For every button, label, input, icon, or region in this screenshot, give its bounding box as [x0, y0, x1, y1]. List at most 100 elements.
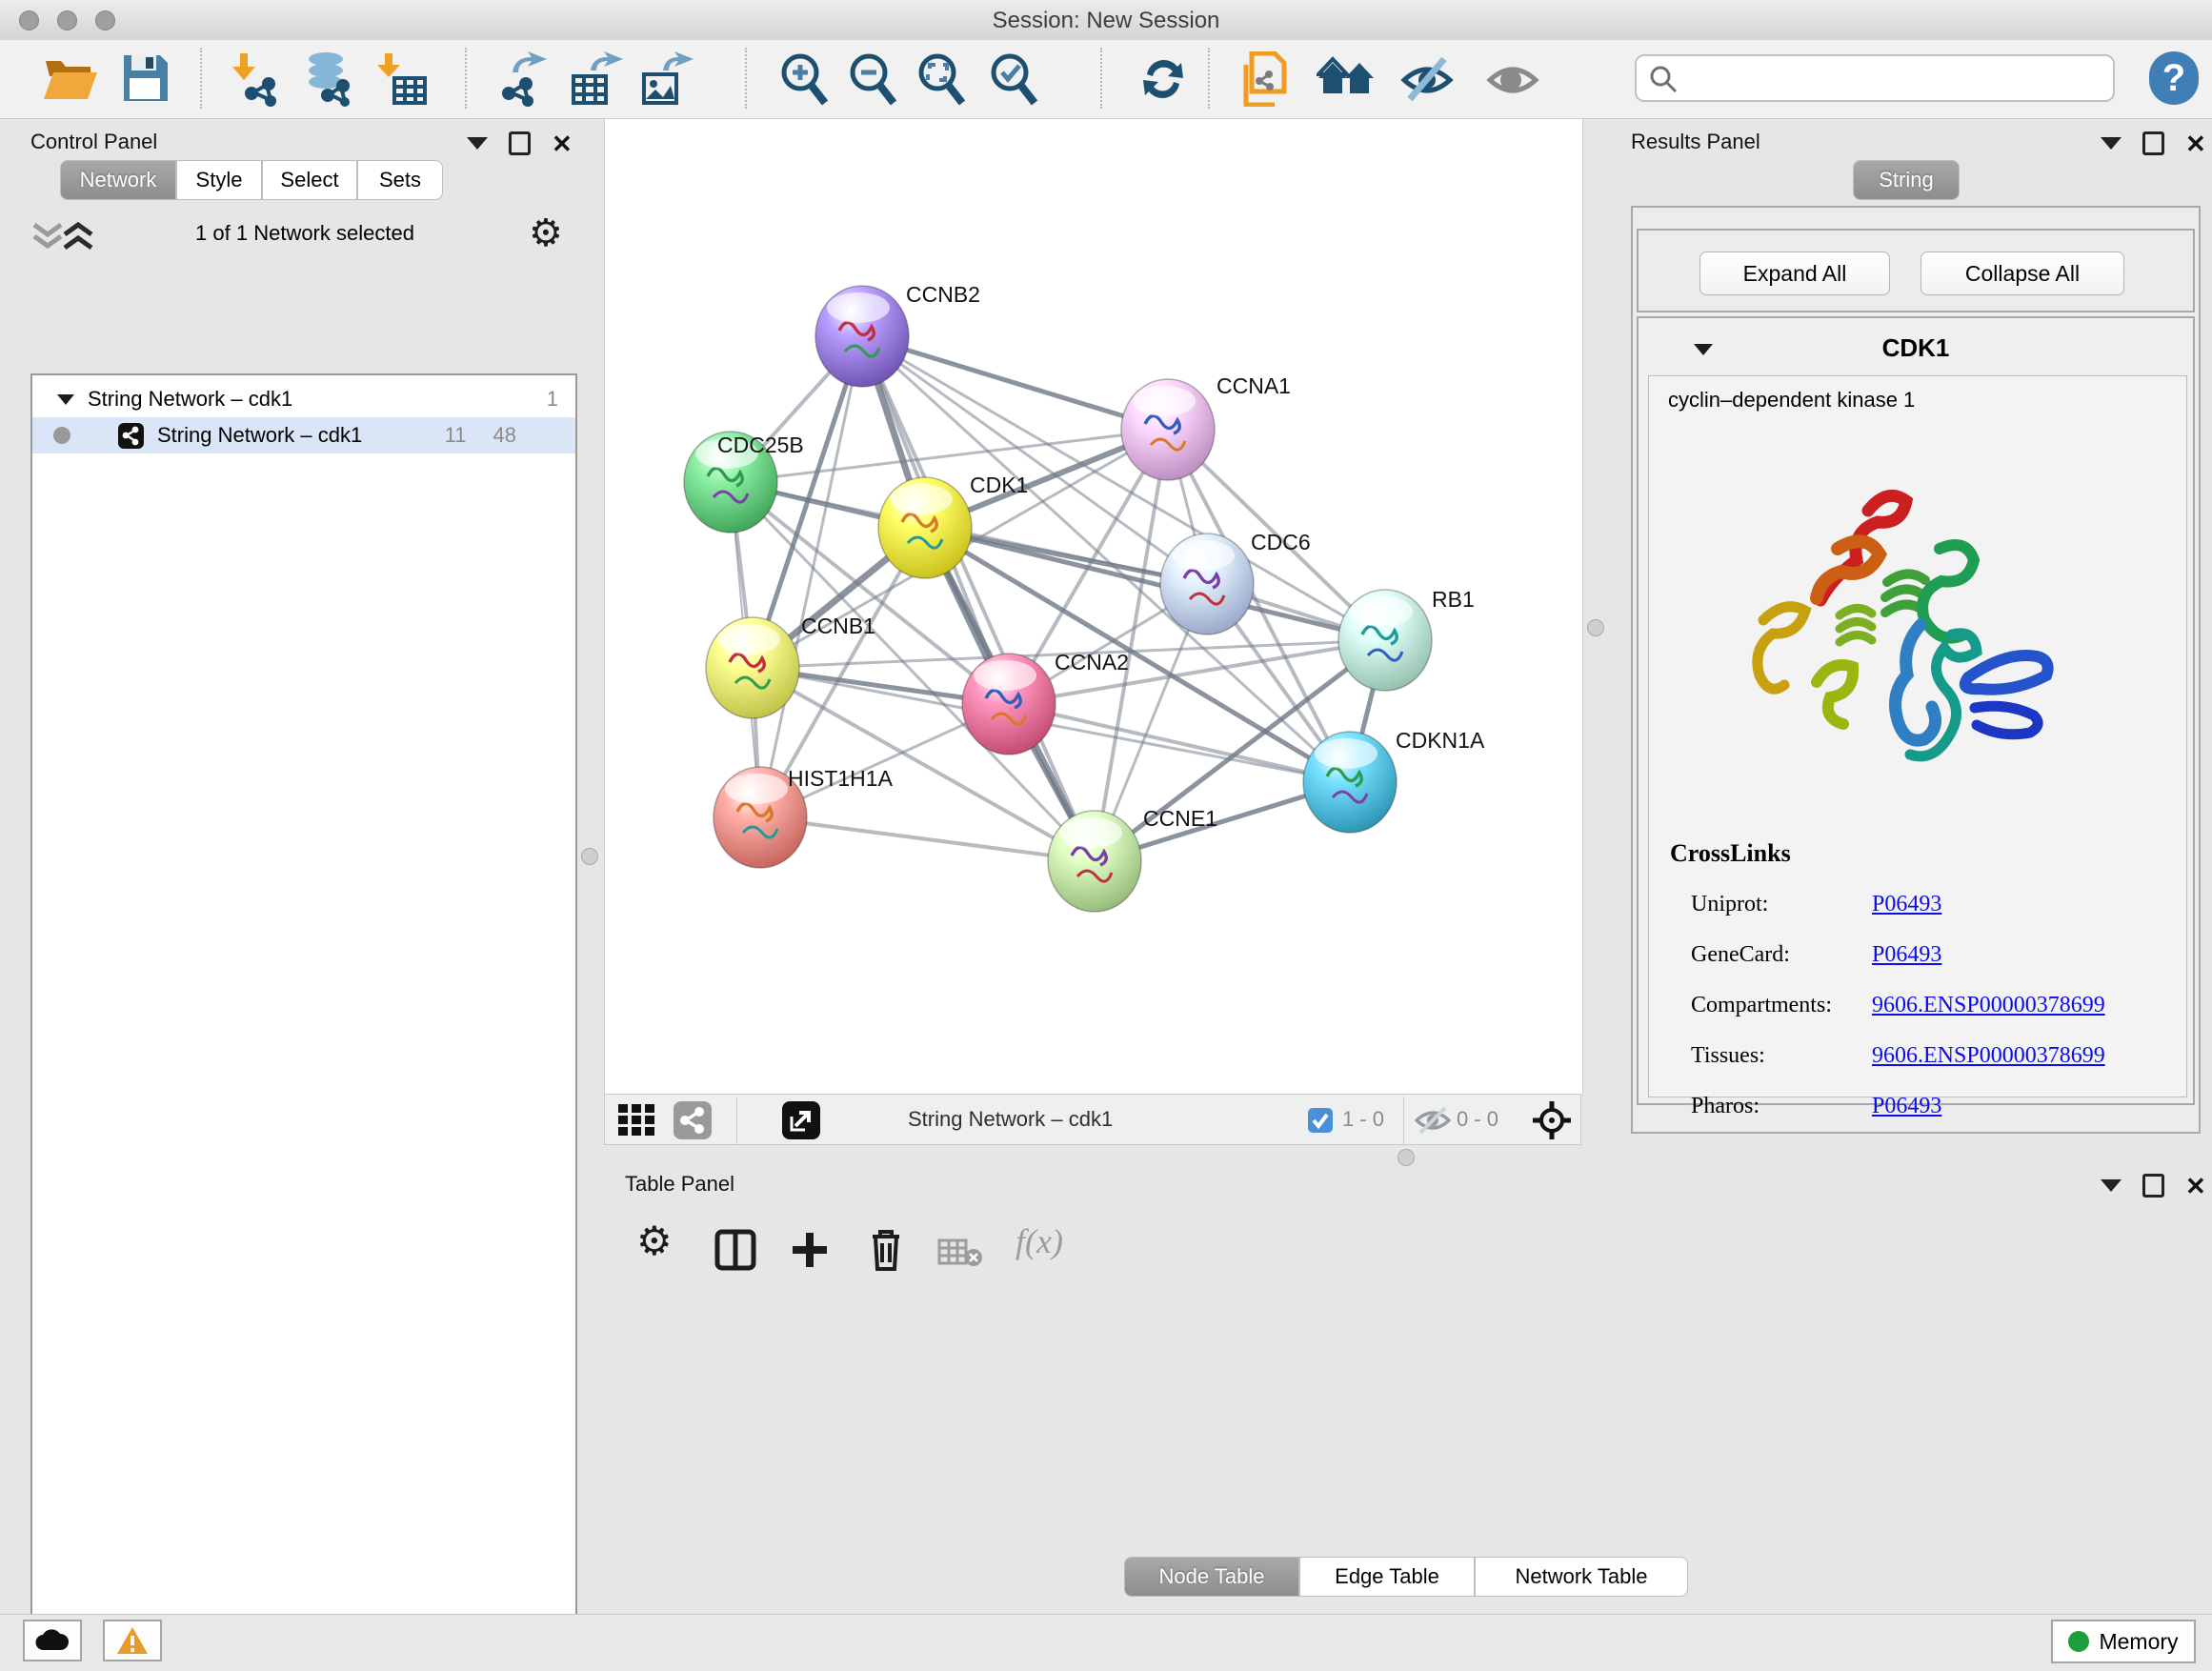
crosslink-value-link[interactable]: P06493	[1872, 892, 1941, 917]
delete-table-icon[interactable]	[937, 1237, 983, 1269]
table-panel-close-icon[interactable]: ✕	[2185, 1177, 2206, 1196]
network-view-title: String Network – cdk1	[908, 1107, 1113, 1132]
tab-edge-table[interactable]: Edge Table	[1299, 1557, 1475, 1597]
home-networks-icon[interactable]	[1317, 51, 1379, 105]
add-column-icon[interactable]	[789, 1229, 831, 1271]
zoom-selected-icon[interactable]	[987, 51, 1038, 105]
protein-structure-image[interactable]	[1725, 458, 2087, 820]
network-edge-CCNB2-CCNE1[interactable]	[862, 336, 1095, 861]
selected-checkbox-icon[interactable]	[1308, 1108, 1333, 1133]
node-gloss-highlight	[1350, 596, 1413, 627]
hidden-count: 0 - 0	[1457, 1107, 1498, 1132]
export-image-icon[interactable]	[638, 51, 694, 105]
toolbar-divider	[736, 1097, 737, 1144]
table-panel-float-icon[interactable]	[2142, 1174, 2164, 1198]
tab-network-table[interactable]: Network Table	[1475, 1557, 1688, 1597]
right-splitter-handle[interactable]	[1587, 619, 1604, 636]
crosslink-label: Tissues:	[1691, 1043, 1872, 1069]
zoom-out-icon[interactable]	[846, 51, 897, 105]
control-panel-close-icon[interactable]: ✕	[552, 134, 573, 153]
string-view-icon[interactable]	[674, 1101, 712, 1139]
node-label-CCNE1: CCNE1	[1143, 806, 1217, 831]
import-database-icon[interactable]	[301, 51, 358, 105]
network-edge-CCNA2-CDKN1A[interactable]	[1009, 704, 1350, 782]
memory-button[interactable]: Memory	[2051, 1620, 2196, 1663]
table-panel-menu-icon[interactable]	[2101, 1179, 2122, 1192]
node-gloss-highlight	[1059, 817, 1122, 848]
show-columns-icon[interactable]	[714, 1229, 756, 1271]
network-options-gear-icon[interactable]: ⚙	[529, 211, 563, 255]
tab-sets[interactable]: Sets	[357, 160, 443, 200]
hidden-eye-icon[interactable]	[1415, 1106, 1451, 1135]
open-in-window-icon[interactable]	[782, 1101, 820, 1139]
copy-network-icon[interactable]	[1238, 51, 1294, 105]
control-panel-title: Control Panel	[30, 130, 157, 154]
crosslink-value-link[interactable]: 9606.ENSP00000378699	[1872, 1043, 2105, 1069]
tab-node-table[interactable]: Node Table	[1124, 1557, 1299, 1597]
control-panel-float-icon[interactable]	[509, 131, 531, 155]
hide-panel-eye-icon[interactable]	[1400, 51, 1454, 105]
export-network-icon[interactable]	[493, 51, 549, 105]
control-panel: Control Panel ✕ NetworkStyleSelectSets 1…	[10, 118, 598, 1614]
tab-select[interactable]: Select	[262, 160, 357, 200]
node-gloss-highlight	[1172, 540, 1235, 571]
table-options-gear-icon[interactable]: ⚙	[636, 1218, 673, 1264]
table-panel-title: Table Panel	[625, 1172, 734, 1197]
fit-selection-crosshair-icon[interactable]	[1531, 1099, 1573, 1141]
toolbar-separator	[465, 48, 467, 109]
warning-button[interactable]	[103, 1620, 162, 1661]
network-canvas[interactable]: CCNB2CCNA1CDC25BCDK1CDC6RB1CCNB1CCNA2CDK…	[604, 118, 1583, 1096]
table-tabs: Node TableEdge TableNetwork Table	[1124, 1557, 1688, 1597]
toolbar-separator	[200, 48, 202, 109]
string-network-icon	[118, 423, 144, 449]
crosslinks-list: Uniprot:P06493GeneCard:P06493Compartment…	[1691, 879, 2167, 1132]
collapse-all-chevron-icon[interactable]	[59, 221, 101, 253]
crosslink-value-link[interactable]: P06493	[1872, 1094, 1941, 1119]
network-edge-CDK1-RB1[interactable]	[925, 528, 1385, 640]
tab-style[interactable]: Style	[176, 160, 262, 200]
node-label-CDC6: CDC6	[1251, 530, 1311, 554]
zoom-fit-icon[interactable]	[915, 51, 966, 105]
search-icon	[1648, 64, 1679, 94]
search-input[interactable]	[1635, 54, 2115, 102]
node-gloss-highlight	[717, 624, 780, 654]
network-collection-row[interactable]: String Network – cdk1 1	[32, 381, 575, 417]
show-panel-eye-icon[interactable]	[1486, 51, 1539, 105]
window-title: Session: New Session	[0, 8, 2212, 34]
import-network-icon[interactable]	[231, 51, 284, 105]
collapse-all-button[interactable]: Collapse All	[1920, 252, 2124, 295]
left-splitter-handle[interactable]	[581, 848, 598, 865]
save-session-icon[interactable]	[120, 51, 170, 105]
tab-network[interactable]: Network	[60, 160, 176, 200]
node-label-CDK1: CDK1	[970, 473, 1028, 497]
crosslink-value-link[interactable]: P06493	[1872, 942, 1941, 968]
tab-string[interactable]: String	[1853, 160, 1960, 200]
help-button[interactable]: ?	[2149, 51, 2199, 105]
crosslink-value-link[interactable]: 9606.ENSP00000378699	[1872, 993, 2105, 1018]
import-table-icon[interactable]	[377, 51, 429, 105]
results-panel-close-icon[interactable]: ✕	[2185, 134, 2206, 153]
control-panel-menu-icon[interactable]	[467, 137, 488, 150]
memory-status-dot	[2068, 1631, 2089, 1652]
network-edge-HIST1H1A-CCNE1[interactable]	[760, 817, 1095, 861]
collection-expander-icon[interactable]	[55, 392, 76, 407]
export-table-icon[interactable]	[568, 51, 623, 105]
birds-eye-grid-icon[interactable]	[618, 1102, 656, 1138]
network-edge-CCNB2-CCNA1[interactable]	[862, 336, 1168, 430]
results-panel-menu-icon[interactable]	[2101, 137, 2122, 150]
network-view-toolbar: String Network – cdk1 1 - 0 0 - 0	[604, 1094, 1581, 1145]
function-builder-icon[interactable]: f(x)	[1016, 1221, 1063, 1261]
expand-all-button[interactable]: Expand All	[1699, 252, 1890, 295]
cloud-button[interactable]	[23, 1620, 82, 1661]
crosslink-label: GeneCard:	[1691, 942, 1872, 968]
open-session-icon[interactable]	[42, 51, 99, 105]
network-row-selected[interactable]: String Network – cdk1 11 48	[32, 417, 575, 453]
results-panel-float-icon[interactable]	[2142, 131, 2164, 155]
crosslinks-title: CrossLinks	[1670, 839, 1791, 868]
control-panel-tabs: NetworkStyleSelectSets	[60, 160, 443, 200]
node-label-HIST1H1A: HIST1H1A	[788, 766, 894, 791]
zoom-in-icon[interactable]	[777, 51, 829, 105]
refresh-icon[interactable]	[1137, 51, 1189, 105]
delete-column-icon[interactable]	[867, 1227, 905, 1273]
crosslink-label: Uniprot:	[1691, 892, 1872, 917]
